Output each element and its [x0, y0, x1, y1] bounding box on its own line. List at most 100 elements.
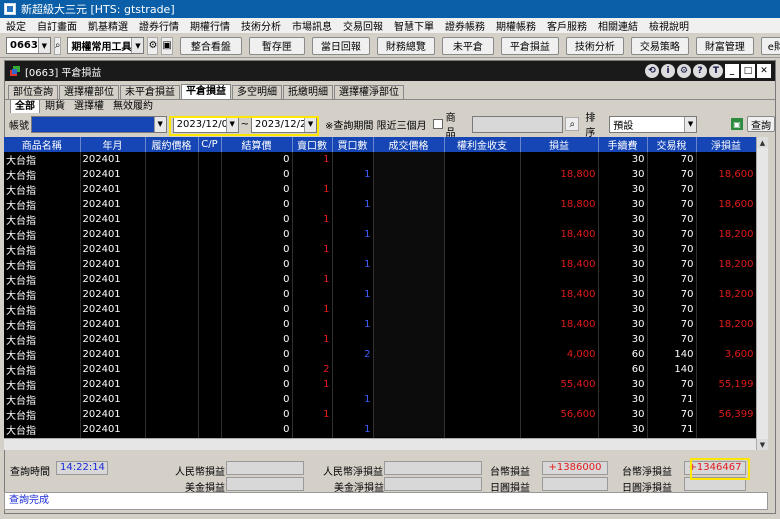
menu-item[interactable]: 凱基精選	[84, 18, 135, 33]
table-cell: 大台指	[4, 317, 81, 332]
scroll-up-icon[interactable]: ▲	[757, 137, 768, 148]
menu-item[interactable]: 技術分析	[237, 18, 288, 33]
menu-item[interactable]: 市場訊息	[288, 18, 339, 33]
column-header[interactable]: 淨損益	[696, 137, 757, 152]
toolbar-button[interactable]: 交易策略	[630, 36, 689, 55]
table-row[interactable]: 大台指 202401 0 2 4,000 60 140 3,600	[4, 347, 757, 362]
minimize-icon[interactable]: _	[725, 64, 739, 78]
table-cell	[198, 182, 222, 197]
menu-item[interactable]: 期權行情	[186, 18, 237, 33]
toolbar-button[interactable]: 財富管理	[695, 36, 754, 55]
table-cell	[332, 272, 374, 287]
table-row[interactable]: 大台指 202401 0 2 60 140	[4, 362, 757, 377]
menu-item[interactable]: 智慧下單	[390, 18, 441, 33]
table-row[interactable]: 大台指 202401 0 1 30 70	[4, 182, 757, 197]
table-row[interactable]: 大台指 202401 0 1 30 70	[4, 212, 757, 227]
table-cell: 大台指	[4, 407, 81, 422]
table-row[interactable]: 大台指 202401 0 1 18,400 30 70 18,200	[4, 287, 757, 302]
tab[interactable]: 選擇權部位	[59, 85, 119, 99]
table-row[interactable]: 大台指 202401 0 1 18,400 30 70 18,200	[4, 257, 757, 272]
subtab[interactable]: 選擇權	[70, 100, 108, 113]
settings-icon[interactable]: ⚙	[677, 64, 691, 78]
info-icon[interactable]: i	[661, 64, 675, 78]
print-icon[interactable]: T	[709, 64, 723, 78]
toolbar-button[interactable]: 整合看盤	[179, 36, 242, 55]
table-row[interactable]: 大台指 202401 0 1 56,600 30 70 56,399	[4, 407, 757, 422]
help-icon[interactable]: ?	[693, 64, 707, 78]
column-header[interactable]: 損益	[520, 137, 599, 152]
column-header[interactable]: C/P	[198, 137, 222, 152]
horizontal-scrollbar[interactable]	[4, 438, 756, 450]
table-row[interactable]: 大台指 202401 0 1 30 71	[4, 422, 757, 437]
menu-item[interactable]: 期權帳務	[492, 18, 543, 33]
chevron-down-icon[interactable]: ▼	[684, 116, 697, 132]
column-header[interactable]: 商品名稱	[4, 137, 81, 152]
toolbar-button[interactable]: 當日回報	[311, 36, 370, 55]
subtab[interactable]: 全部	[10, 99, 40, 113]
column-header[interactable]: 成交價格	[373, 137, 445, 152]
toolbar-button[interactable]: 未平倉	[441, 36, 494, 55]
column-header[interactable]: 年月	[80, 137, 146, 152]
tab[interactable]: 多空明細	[232, 85, 282, 99]
menu-item[interactable]: 交易回報	[339, 18, 390, 33]
vertical-scrollbar[interactable]: ▲ ▼	[756, 137, 768, 450]
search-icon[interactable]: ⌕	[565, 117, 580, 131]
menu-item[interactable]: 客戶服務	[543, 18, 594, 33]
column-header[interactable]: 結算價	[221, 137, 293, 152]
subtab[interactable]: 期貨	[41, 100, 69, 113]
account-select[interactable]: ▼	[30, 115, 167, 133]
menu-item[interactable]: 設定	[2, 18, 33, 33]
table-row[interactable]: 大台指 202401 0 1 30 70	[4, 302, 757, 317]
product-input[interactable]	[471, 115, 564, 133]
column-header[interactable]: 賣口數	[292, 137, 333, 152]
close-icon[interactable]: ✕	[757, 64, 771, 78]
product-checkbox[interactable]	[432, 119, 443, 129]
sort-select[interactable]: 預設 ▼	[609, 115, 698, 133]
table-row[interactable]: 大台指 202401 0 1 18,800 30 70 18,600	[4, 197, 757, 212]
scroll-down-icon[interactable]: ▼	[757, 439, 768, 450]
gear-icon[interactable]: ⚙	[147, 36, 159, 55]
tab[interactable]: 抵繳明細	[283, 85, 333, 99]
maximize-icon[interactable]: □	[741, 64, 755, 78]
menu-item[interactable]: 證券行情	[135, 18, 186, 33]
menu-item[interactable]: 相關連結	[594, 18, 645, 33]
menu-item[interactable]: 自訂畫面	[33, 18, 84, 33]
table-row[interactable]: 大台指 202401 0 1 30 71	[4, 392, 757, 407]
tab[interactable]: 未平倉損益	[120, 85, 180, 99]
search-icon[interactable]: ⌕	[53, 36, 62, 55]
table-row[interactable]: 大台指 202401 0 1 18,400 30 70 18,200	[4, 317, 757, 332]
toolbar-button[interactable]: 暫存匣	[248, 36, 305, 55]
chevron-down-icon[interactable]: ▼	[153, 116, 166, 132]
query-button[interactable]: 查詢	[747, 116, 775, 132]
column-header[interactable]: 手續費	[598, 137, 648, 152]
link-icon[interactable]: ⟲	[645, 64, 659, 78]
tab[interactable]: 選擇權淨部位	[334, 85, 404, 99]
table-row[interactable]: 大台指 202401 0 1 18,800 30 70 18,600	[4, 167, 757, 182]
column-header[interactable]: 權利金收支	[444, 137, 521, 152]
table-row[interactable]: 大台指 202401 0 1 30 70	[4, 272, 757, 287]
column-header[interactable]: 交易稅	[647, 137, 697, 152]
table-row[interactable]: 大台指 202401 0 1 30 70	[4, 152, 757, 167]
subtab[interactable]: 無效履約	[109, 100, 157, 113]
table-row[interactable]: 大台指 202401 0 1 30 70	[4, 332, 757, 347]
table-row[interactable]: 大台指 202401 0 1 18,400 30 70 18,200	[4, 227, 757, 242]
function-code-input[interactable]: 0663 ▼	[6, 37, 51, 54]
tab[interactable]: 平倉損益	[181, 84, 231, 99]
column-header[interactable]: 買口數	[332, 137, 374, 152]
toolbar-button[interactable]: 財務總覽	[376, 36, 435, 55]
chevron-down-icon[interactable]: ▼	[131, 38, 144, 53]
toolbar-button[interactable]: e財庫	[760, 36, 780, 55]
column-header[interactable]: 履約價格	[145, 137, 199, 152]
toolbar-button[interactable]: 技術分析	[565, 36, 624, 55]
toolbar-button[interactable]: 平倉損益	[500, 36, 559, 55]
table-row[interactable]: 大台指 202401 0 1 55,400 30 70 55,199	[4, 377, 757, 392]
table-row[interactable]: 大台指 202401 0 1 30 70	[4, 242, 757, 257]
table-cell	[444, 242, 521, 257]
tab[interactable]: 部位查詢	[8, 85, 58, 99]
chevron-down-icon[interactable]: ▼	[37, 38, 50, 53]
layout-icon[interactable]: ▣	[161, 36, 173, 55]
tool-combo[interactable]: 期權常用工具 ▼	[67, 37, 145, 54]
menu-item[interactable]: 檢視說明	[645, 18, 696, 33]
export-icon[interactable]: ▣	[731, 118, 744, 130]
menu-item[interactable]: 證券帳務	[441, 18, 492, 33]
